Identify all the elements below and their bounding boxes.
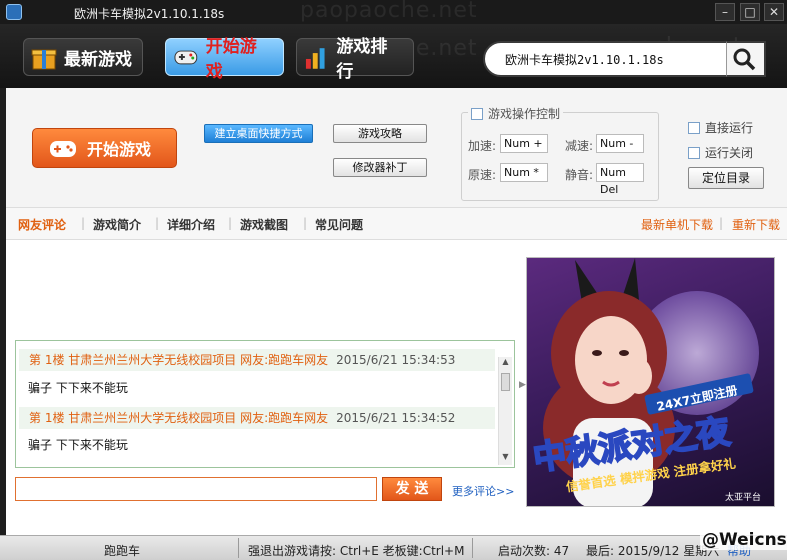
status-divider (472, 538, 473, 558)
ad-brand: 太亚平台 (725, 491, 761, 503)
status-launch-count: 启动次数: 47 (498, 544, 570, 558)
comment-time: 2015/6/21 15:34:53 (336, 353, 456, 367)
nav-game-ranking[interactable]: 游戏排行 (296, 37, 414, 82)
control-panel: 开始游戏 建立桌面快捷方式 游戏攻略 修改器补丁 游戏操作控制 加速: Num … (6, 88, 787, 208)
run-close-checkbox[interactable] (688, 146, 700, 159)
gift-box-icon (31, 49, 57, 70)
advertisement-banner[interactable]: 24X7立即注册 中秋派对之夜 信誉首选 模拌游戏 注册拿好礼 太亚平台 (526, 257, 775, 507)
accel-label: 加速: (468, 139, 497, 153)
comment-author: 第 1楼 甘肃兰州兰州大学无线校园项目 网友:跑跑车网友 (29, 411, 329, 425)
corner-watermark: @Weicns (700, 530, 787, 550)
mute-key-field[interactable]: Num Del (596, 163, 644, 196)
tab-divider: | (303, 216, 308, 230)
tab-details[interactable]: 详细介绍 (167, 216, 215, 233)
tab-screenshots[interactable]: 游戏截图 (240, 216, 288, 233)
redownload-link[interactable]: 重新下载 (732, 216, 780, 233)
game-control-title: 游戏操作控制 (488, 107, 561, 121)
direct-run-label: 直接运行 (705, 121, 754, 135)
search-input[interactable]: 欧洲卡车模拟2v1.10.1.18s (483, 41, 765, 77)
direct-run-option[interactable]: 直接运行 (688, 119, 753, 136)
watermark: paopaoche.net (300, 0, 478, 23)
comment-time: 2015/6/21 15:34:52 (336, 411, 456, 425)
scroll-thumb[interactable] (501, 373, 510, 391)
start-game-label: 开始游戏 (87, 140, 152, 159)
search-icon (733, 48, 756, 71)
nav-label: 最新游戏 (64, 49, 132, 70)
game-control-checkbox[interactable] (471, 107, 483, 120)
info-tabs: 网友评论 | 游戏简介 | 详细介绍 | 游戏截图 | 常见问题 最新单机下载 … (6, 208, 787, 240)
bar-chart-icon (305, 48, 325, 69)
link-divider: | (719, 216, 724, 230)
content-area: 第 1楼 甘肃兰州兰州大学无线校园项目 网友:跑跑车网友 2015/6/21 15… (6, 240, 787, 535)
comment-header: 第 1楼 甘肃兰州兰州大学无线校园项目 网友:跑跑车网友 2015/6/21 15… (19, 349, 495, 371)
normal-speed-label: 原速: (468, 168, 497, 182)
ad-artwork: 24X7立即注册 中秋派对之夜 信誉首选 模拌游戏 注册拿好礼 太亚平台 (530, 258, 761, 506)
decel-label: 减速: (565, 139, 594, 153)
tab-divider: | (81, 216, 86, 230)
game-guide-button[interactable]: 游戏攻略 (333, 124, 427, 143)
app-icon (6, 4, 22, 20)
run-close-option[interactable]: 运行关闭 (688, 144, 753, 161)
scroll-up-arrow-icon[interactable]: ▲ (499, 357, 512, 370)
window-title: 欧洲卡车模拟2v1.10.1.18s (74, 7, 225, 21)
trainer-patch-button[interactable]: 修改器补丁 (333, 158, 427, 177)
more-comments-link[interactable]: 更多评论>> (452, 483, 514, 499)
nav-latest-games[interactable]: 最新游戏 (23, 38, 143, 76)
direct-run-checkbox[interactable] (688, 121, 700, 134)
game-control-toggle[interactable]: 游戏操作控制 (468, 105, 564, 122)
comment-author: 第 1楼 甘肃兰州兰州大学无线校园项目 网友:跑跑车网友 (29, 353, 329, 367)
nav-start-game[interactable]: 开始游戏 (165, 37, 284, 82)
comment-scrollbar[interactable]: ▲ ▼ (498, 357, 512, 465)
tab-game-intro[interactable]: 游戏简介 (93, 216, 141, 233)
status-divider (238, 538, 239, 558)
create-shortcut-button[interactable]: 建立桌面快捷方式 (204, 124, 313, 143)
status-bar: 跑跑车 强退出游戏请按: Ctrl+E 老板键:Ctrl+M 启动次数: 47 … (0, 530, 787, 560)
latest-downloads-link[interactable]: 最新单机下载 (641, 216, 713, 233)
gamepad-icon (50, 141, 76, 157)
scroll-down-arrow-icon[interactable]: ▼ (499, 452, 512, 465)
comment-body: 骗子 下下来不能玩 (28, 381, 128, 395)
accel-key-field[interactable]: Num + (500, 134, 548, 153)
tab-faq[interactable]: 常见问题 (315, 216, 363, 233)
header: paopaoche.net paopaoche.net paopaoche.ne… (0, 0, 787, 88)
tab-divider: | (155, 216, 160, 230)
run-close-label: 运行关闭 (705, 146, 754, 160)
comment-list: 第 1楼 甘肃兰州兰州大学无线校园项目 网友:跑跑车网友 2015/6/21 15… (15, 340, 515, 468)
search-button[interactable] (726, 41, 766, 77)
search-value: 欧洲卡车模拟2v1.10.1.18s (505, 53, 664, 67)
maximize-button[interactable]: □ (740, 3, 760, 21)
minimize-button[interactable]: – (715, 3, 735, 21)
start-game-button[interactable]: 开始游戏 (32, 128, 177, 168)
game-control-group: 游戏操作控制 加速: Num + 减速: Num - 原速: Num * 静音:… (461, 105, 659, 201)
comment-input[interactable] (15, 477, 377, 501)
tab-comments[interactable]: 网友评论 (18, 216, 66, 233)
decel-key-field[interactable]: Num - (596, 134, 644, 153)
comment-header: 第 1楼 甘肃兰州兰州大学无线校园项目 网友:跑跑车网友 2015/6/21 15… (19, 407, 495, 429)
close-button[interactable]: ✕ (764, 3, 784, 21)
status-hotkeys: 强退出游戏请按: Ctrl+E 老板键:Ctrl+M (248, 544, 465, 558)
nav-label: 开始游戏 (205, 37, 257, 82)
locate-directory-button[interactable]: 定位目录 (688, 167, 764, 189)
tab-divider: | (228, 216, 233, 230)
status-brand: 跑跑车 (104, 544, 141, 558)
nav-label: 游戏排行 (336, 37, 388, 82)
mute-label: 静音: (565, 168, 594, 182)
send-comment-button[interactable]: 发 送 (382, 477, 442, 501)
normal-speed-key-field[interactable]: Num * (500, 163, 548, 182)
comment-body: 骗子 下下来不能玩 (28, 438, 128, 452)
gamepad-icon (174, 50, 198, 65)
